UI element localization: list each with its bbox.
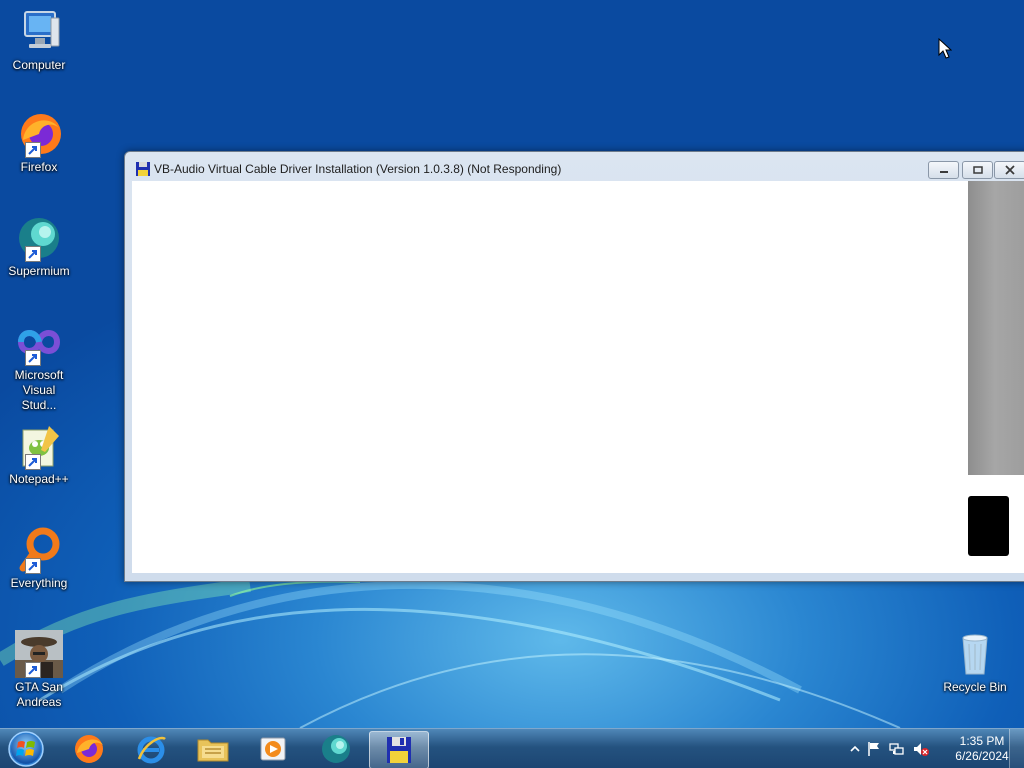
visual-studio-icon [15, 318, 63, 366]
ghosted-content-black [968, 496, 1009, 556]
windows-orb-icon [8, 731, 44, 767]
firefox-icon [15, 110, 63, 158]
shortcut-arrow-icon [25, 454, 41, 470]
taskbar-internet-explorer-button[interactable] [122, 731, 180, 767]
taskbar-vb-cable-installer-button[interactable] [369, 731, 429, 768]
clock-date: 6/26/2024 [955, 749, 1009, 763]
mouse-cursor-icon [938, 38, 952, 59]
media-player-icon [260, 737, 286, 761]
desktop-icon-recycle-bin[interactable]: Recycle Bin [940, 630, 1010, 695]
maximize-button[interactable] [962, 161, 993, 179]
folder-icon [197, 739, 229, 762]
clock-time: 1:35 PM [959, 734, 1005, 748]
firefox-icon [75, 735, 103, 763]
show-hidden-icons-chevron-icon[interactable] [850, 745, 860, 753]
everything-icon [15, 526, 63, 574]
taskbar-firefox-button[interactable] [60, 731, 118, 767]
start-button[interactable] [6, 730, 46, 768]
desktop-icon-label: Firefox [20, 160, 58, 174]
desktop-icon-supermium[interactable]: Supermium [4, 214, 74, 279]
window-client-area [132, 181, 968, 573]
taskbar-media-player-button[interactable] [244, 731, 302, 767]
desktop-icon-firefox[interactable]: Firefox [4, 110, 74, 175]
desktop-icon-computer[interactable]: Computer [4, 8, 74, 73]
network-icon[interactable] [889, 741, 905, 757]
close-button[interactable] [994, 161, 1024, 179]
installer-disk-icon [387, 737, 411, 763]
show-desktop-button[interactable] [1009, 729, 1024, 768]
desktop-icon-label: Microsoft Visual Stud... [14, 368, 64, 412]
desktop-icon-everything[interactable]: Everything [4, 526, 74, 591]
window-title: VB-Audio Virtual Cable Driver Installati… [154, 162, 562, 176]
ghosted-content-gray [968, 181, 1024, 475]
action-center-flag-icon[interactable] [866, 741, 882, 757]
clock[interactable]: 1:35 PM 6/26/2024 [947, 734, 1017, 764]
shortcut-arrow-icon [25, 558, 41, 574]
desktop-icon-label: Notepad++ [9, 472, 69, 486]
shortcut-arrow-icon [25, 142, 41, 158]
computer-icon [15, 8, 63, 56]
recycle-bin-icon [951, 630, 999, 678]
desktop-icon-label: Everything [10, 576, 68, 590]
shortcut-arrow-icon [25, 246, 41, 262]
system-tray: 1:35 PM 6/26/2024 [834, 729, 1024, 768]
desktop-icon-label: Supermium [8, 264, 70, 278]
taskbar: 1:35 PM 6/26/2024 [0, 728, 1024, 768]
desktop-icon-visual-studio[interactable]: Microsoft Visual Stud... [4, 318, 74, 413]
installer-disk-icon [136, 162, 150, 176]
desktop-icon-label: GTA San Andreas [15, 680, 63, 709]
desktop-icon-gta[interactable]: GTA San Andreas [4, 630, 74, 710]
taskbar-file-explorer-button[interactable] [184, 731, 242, 767]
shortcut-arrow-icon [25, 350, 41, 366]
notepadpp-icon [15, 422, 63, 470]
desktop: Computer Firefox Supermium Microsoft Vis… [0, 0, 1024, 768]
taskbar-supermium-button[interactable] [307, 731, 365, 767]
installer-window[interactable]: VB-Audio Virtual Cable Driver Installati… [124, 151, 1024, 582]
supermium-icon [322, 735, 350, 763]
internet-explorer-icon [137, 736, 166, 764]
desktop-icon-notepadpp[interactable]: Notepad++ [4, 422, 74, 487]
supermium-icon [15, 214, 63, 262]
volume-muted-icon[interactable] [912, 741, 930, 757]
desktop-icon-label: Recycle Bin [943, 680, 1007, 694]
desktop-icon-label: Computer [12, 58, 66, 72]
restore-icon [972, 166, 983, 174]
title-bar[interactable]: VB-Audio Virtual Cable Driver Installati… [125, 152, 1024, 182]
minimize-button[interactable] [928, 161, 959, 179]
close-icon [1005, 165, 1015, 175]
gta-icon [15, 630, 63, 678]
minimize-icon [939, 171, 948, 173]
shortcut-arrow-icon [25, 662, 41, 678]
